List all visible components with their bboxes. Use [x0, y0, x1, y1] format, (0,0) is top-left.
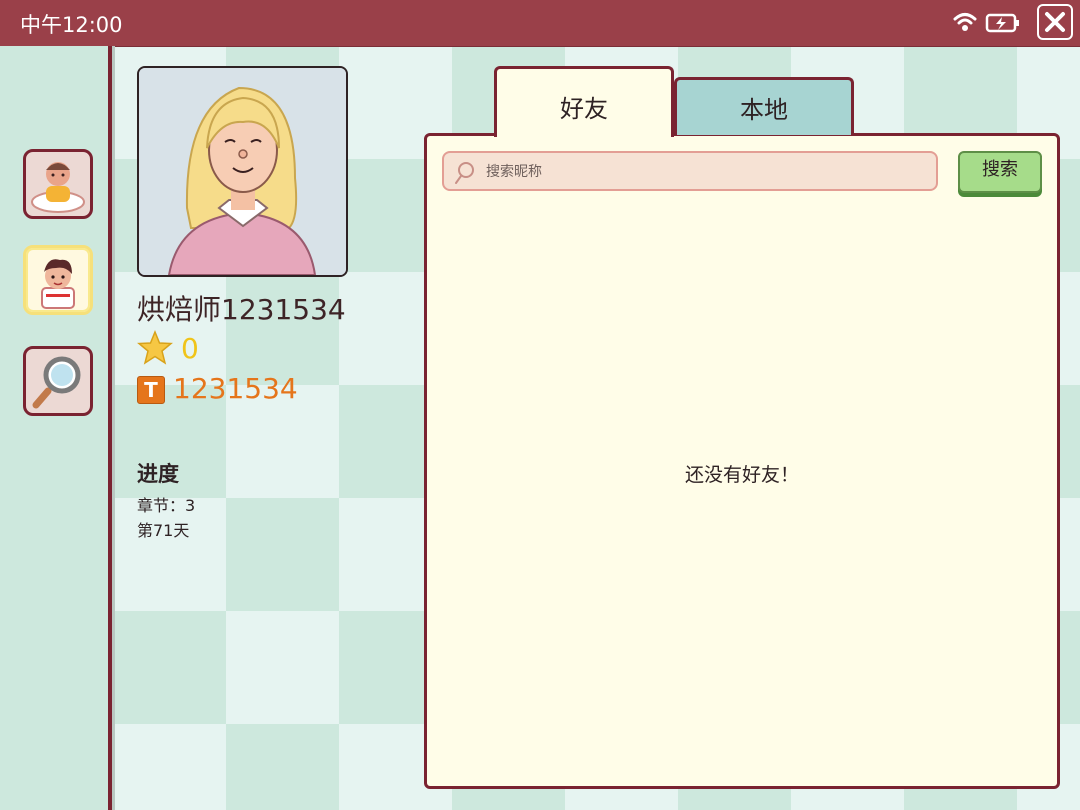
search-input[interactable]	[484, 157, 928, 187]
battery-charging-icon	[985, 13, 1019, 33]
tab-local[interactable]: 本地	[674, 77, 854, 135]
search-icon	[455, 162, 474, 184]
clock: 中午12:00	[20, 13, 123, 37]
sidebar-item-friends[interactable]	[23, 245, 93, 315]
profile-portrait	[137, 66, 348, 277]
search-field[interactable]	[442, 151, 938, 191]
baker-portrait-image	[139, 68, 346, 275]
magnifier-icon	[32, 356, 81, 409]
coin-icon: T	[137, 376, 165, 404]
baker-avatar-icon	[31, 162, 85, 213]
progress-chapter: 章节：3	[137, 496, 196, 515]
progress-day: 第71天	[137, 521, 190, 540]
stars-value: 0	[181, 332, 199, 365]
close-button[interactable]	[1037, 4, 1073, 40]
status-bar: 中午12:00	[0, 0, 1080, 47]
close-icon	[1045, 12, 1065, 32]
sidebar-item-search[interactable]	[23, 346, 93, 416]
sidebar-item-profile[interactable]	[23, 149, 93, 219]
star-icon	[137, 330, 173, 365]
search-button[interactable]: 搜索	[958, 151, 1042, 193]
tab-friends[interactable]: 好友	[494, 66, 674, 137]
empty-friends-message: 还没有好友！	[684, 464, 799, 486]
coin-value: 1231534	[173, 372, 298, 405]
stars-row: 0	[137, 330, 199, 366]
kid-avatar-icon	[41, 259, 75, 309]
sidebar	[0, 46, 112, 810]
player-name: 烘焙师1231534	[137, 293, 346, 326]
wifi-icon	[953, 13, 977, 31]
progress-title: 进度	[137, 462, 179, 486]
